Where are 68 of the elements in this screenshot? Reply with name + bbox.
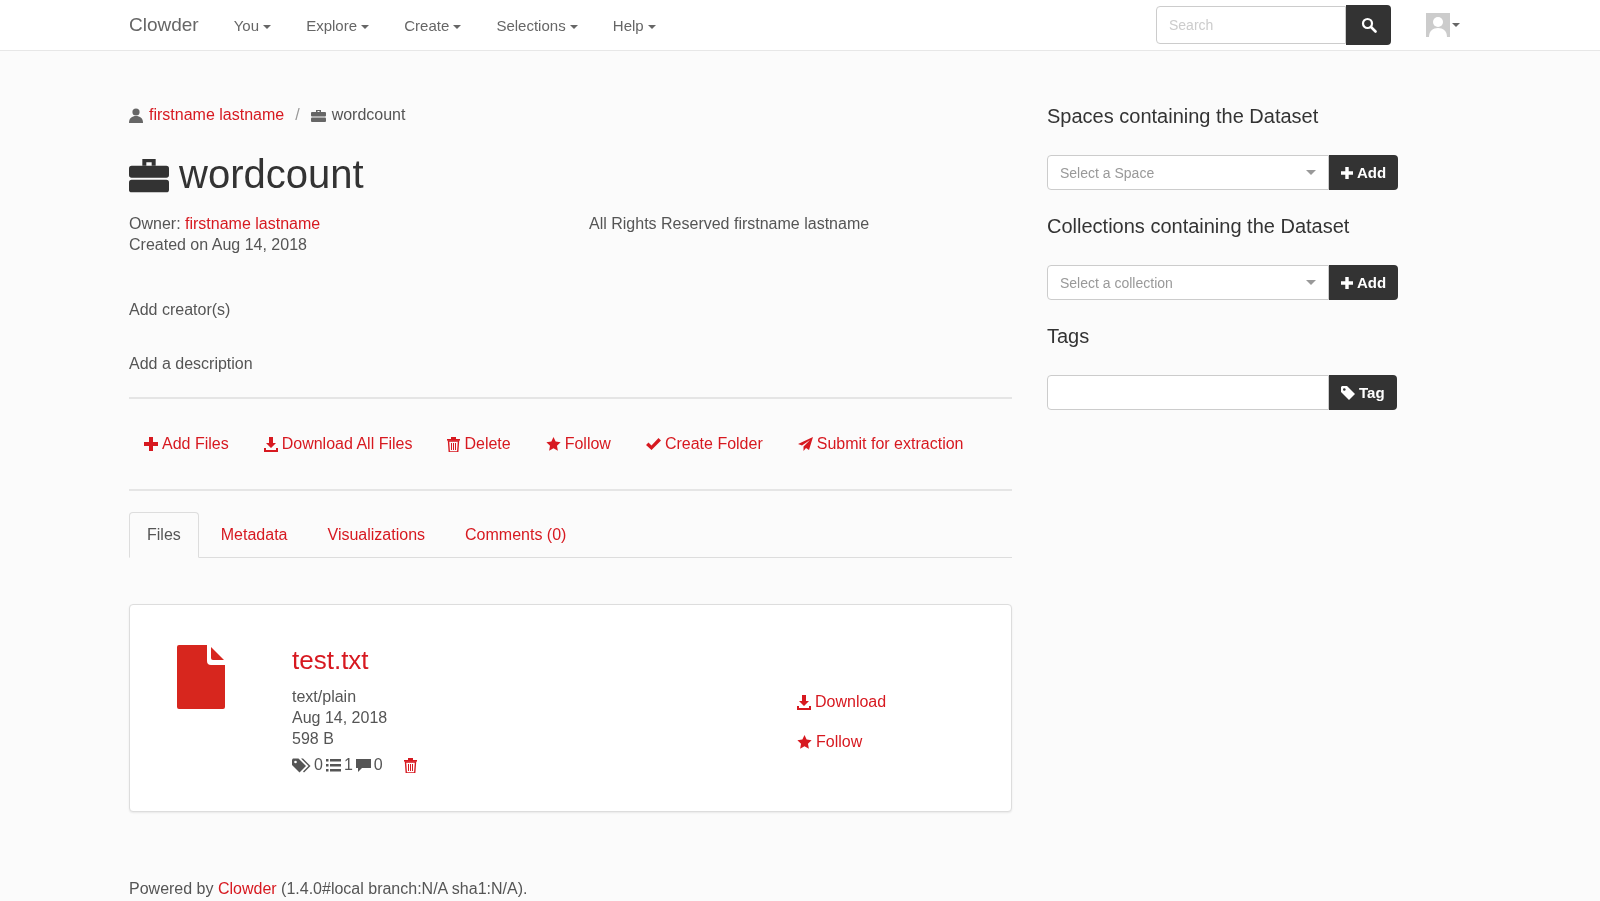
- breadcrumb-current: wordcount: [331, 106, 406, 124]
- clowder-link[interactable]: Clowder: [217, 880, 277, 897]
- plus-icon: [1341, 166, 1353, 179]
- nav-menu[interactable]: You: [233, 16, 272, 34]
- tab[interactable]: Files: [129, 512, 199, 558]
- nav-menu[interactable]: Help: [612, 16, 656, 34]
- dataset-title: wordcount: [179, 152, 364, 197]
- file-size: 598 B: [292, 729, 335, 749]
- star-icon: [797, 735, 812, 749]
- action-link[interactable]: Delete: [447, 435, 511, 453]
- plus-icon: [1341, 276, 1353, 289]
- collection-select[interactable]: Select a collection: [1047, 265, 1329, 300]
- person-icon: [129, 107, 143, 123]
- paper-plane-icon: [797, 437, 813, 451]
- file-date: Aug 14, 2018: [292, 708, 389, 728]
- owner-link[interactable]: firstname lastname: [185, 215, 321, 232]
- brand-link[interactable]: Clowder: [129, 14, 199, 36]
- checkmark-icon: [645, 437, 661, 451]
- download-icon: [263, 436, 278, 452]
- breadcrumb-link[interactable]: firstname lastname: [149, 106, 285, 124]
- file-icon: [177, 645, 225, 709]
- comment-count: 0: [373, 756, 383, 774]
- tags-icon: [292, 757, 311, 773]
- metadata-count: 1: [343, 756, 353, 774]
- search-icon: [1360, 17, 1377, 33]
- nav-menu[interactable]: Explore: [306, 16, 370, 34]
- created-date: Created on Aug 14, 2018: [129, 235, 308, 255]
- action-link[interactable]: Submit for extraction: [797, 435, 964, 453]
- trash-icon: [447, 436, 461, 452]
- nav-menu[interactable]: Create: [404, 16, 462, 34]
- section-heading: Tags: [1047, 325, 1091, 348]
- search-button[interactable]: [1346, 5, 1391, 45]
- license-text: All Rights Reserved firstname lastname: [589, 214, 870, 234]
- nav-menu[interactable]: Selections: [496, 16, 578, 34]
- file-name-link[interactable]: test.txt: [292, 645, 797, 676]
- tag-count: 0: [314, 756, 323, 774]
- download-icon: [797, 694, 811, 710]
- action-link[interactable]: Create Folder: [645, 435, 763, 453]
- briefcase-icon: [310, 108, 326, 122]
- tab[interactable]: Metadata: [202, 512, 306, 558]
- follow-link[interactable]: Follow: [797, 733, 887, 751]
- add-button[interactable]: Add: [1329, 265, 1399, 300]
- tag-input[interactable]: [1047, 375, 1329, 410]
- add-description-link[interactable]: Add a description: [129, 355, 1012, 373]
- space-select[interactable]: Select a Space: [1047, 155, 1329, 190]
- tag-button[interactable]: Tag: [1329, 375, 1397, 410]
- tab[interactable]: Comments (0): [447, 512, 585, 558]
- comment-icon: [355, 758, 371, 772]
- footer-text: Powered by Clowder (1.4.0#local branch:N/A sha1:N/A).: [129, 880, 529, 898]
- briefcase-icon: [129, 156, 169, 193]
- plus-icon: [144, 437, 158, 451]
- tag-icon: [1341, 385, 1355, 400]
- star-icon: [545, 437, 561, 451]
- list-icon: [325, 758, 341, 772]
- breadcrumb-separator: /: [295, 106, 300, 124]
- owner-text: Owner: firstname lastname: [129, 214, 322, 234]
- action-link[interactable]: Download All Files: [263, 435, 413, 453]
- action-link[interactable]: Add Files: [144, 435, 229, 453]
- action-link[interactable]: Follow: [545, 435, 611, 453]
- tab[interactable]: Visualizations: [309, 512, 444, 558]
- add-creators-link[interactable]: Add creator(s): [129, 301, 1012, 319]
- add-button[interactable]: Add: [1329, 155, 1399, 190]
- file-type: text/plain: [292, 687, 358, 707]
- download-link[interactable]: Download: [797, 693, 887, 711]
- trash-icon[interactable]: [403, 757, 417, 773]
- section-heading: Collections containing the Dataset: [1047, 215, 1351, 238]
- section-heading: Spaces containing the Dataset: [1047, 105, 1320, 128]
- avatar-icon: [1426, 13, 1450, 37]
